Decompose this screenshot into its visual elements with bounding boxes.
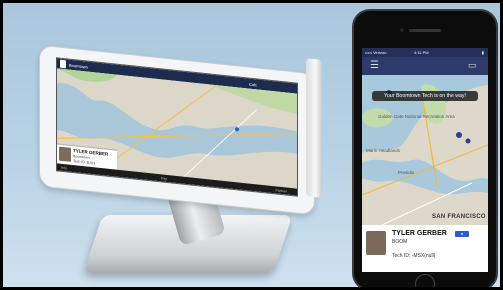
tech-avatar [59,146,71,162]
clock-label: 4:11 PM [414,50,429,55]
phone-app-header: ☰ ▭ [362,57,488,75]
menu-icon[interactable]: ☰ [370,60,382,72]
tech-on-the-way-toast: Your Boomtown Tech is on the way! [372,91,478,101]
tablet-brand-label: Boomtown [69,62,88,70]
sf-map-label: SAN FRANCISCO [432,214,486,220]
destination-marker[interactable] [465,138,471,144]
tablet-nav-left[interactable]: Info [61,165,67,170]
tablet-eta-label[interactable]: Calc [249,82,257,88]
phone-tech-company: BOOM [392,239,408,245]
tech-avatar [366,231,386,255]
map-label-ggnra: Golden Gate National Recreation Area [378,114,455,119]
map-label-presidio: Presidio [398,170,415,175]
phone-tech-card[interactable]: TYLER GERBER ● BOOM Tech ID: -MSX(null) [362,225,488,272]
home-button[interactable] [415,274,435,287]
phone-tech-name: TYLER GERBER [392,230,447,237]
carrier-label: ••••• Verizon [365,50,387,55]
tablet-screen: Boomtown Calc TYLER GERBER Boomtown Tech… [56,57,298,197]
tablet-nav-right[interactable]: Partner [276,188,287,193]
product-scene: Boomtown Calc TYLER GERBER Boomtown Tech… [3,3,500,287]
tech-location-marker[interactable] [456,132,462,138]
map-label-marin: Marin Headlands [366,148,401,153]
phone-tech-id: Tech ID: -MSX(null) [392,253,436,259]
phone-screen: ••••• Verizon 4:11 PM ▮ ☰ ▭ Your Boomtow… [362,48,488,272]
tech-status-badge: ● [455,231,469,237]
phone-device: ••••• Verizon 4:11 PM ▮ ☰ ▭ Your Boomtow… [352,9,498,287]
tablet-nav-center[interactable]: Pay [161,176,167,181]
boomtown-logo-icon [60,59,66,69]
screenshot-frame: Boomtown Calc TYLER GERBER Boomtown Tech… [0,0,503,290]
tablet-device: Boomtown Calc TYLER GERBER Boomtown Tech… [39,44,315,216]
front-camera-icon [400,28,404,32]
video-call-icon[interactable]: ▭ [468,61,482,70]
phone-status-bar: ••••• Verizon 4:11 PM ▮ [362,48,488,57]
earpiece-speaker [409,29,441,32]
tablet-card-reader [306,58,322,198]
battery-icon: ▮ [481,50,484,55]
